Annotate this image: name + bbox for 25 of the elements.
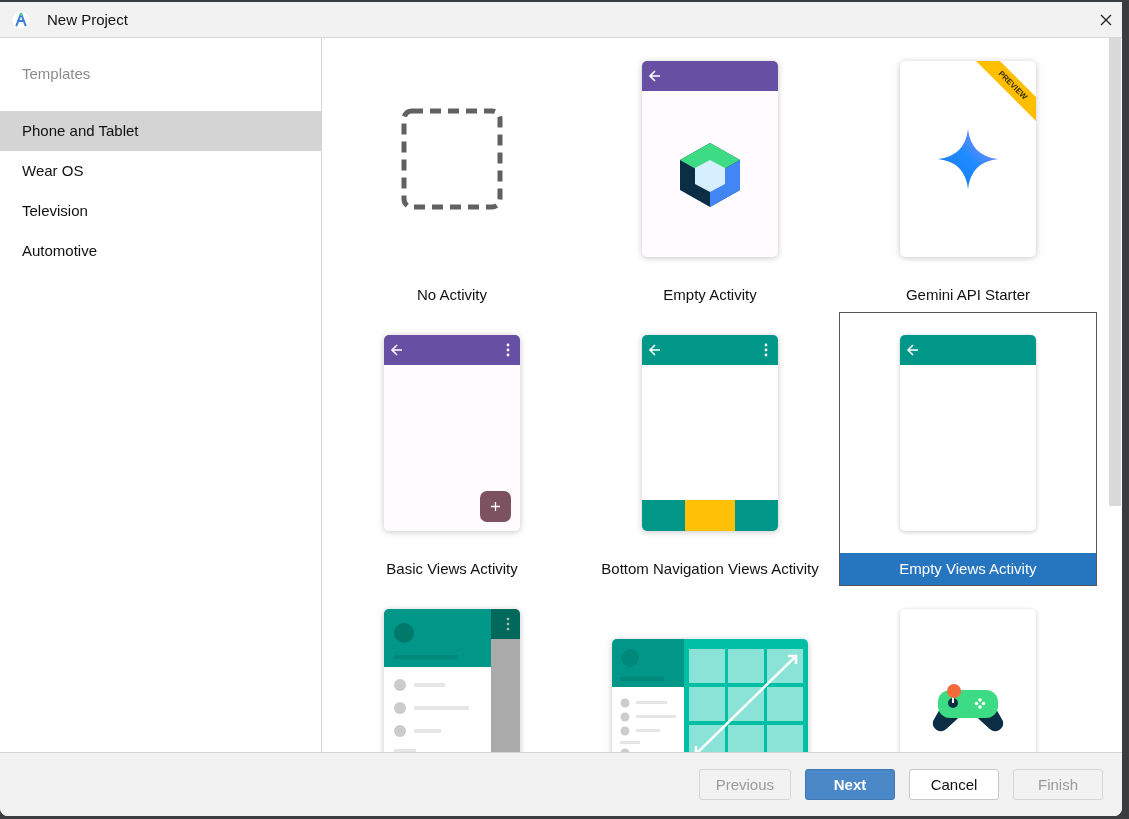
app-logo-icon xyxy=(12,10,30,29)
wizard-button[interactable]: Cancel xyxy=(909,769,999,800)
template-label: Empty Views Activity xyxy=(840,553,1096,585)
template-label: Empty Activity xyxy=(662,285,758,305)
dashed-square-icon xyxy=(401,108,503,210)
template-tile[interactable]: Empty Views Activity xyxy=(839,312,1097,586)
template-label: Basic Views Activity xyxy=(385,559,519,579)
corner-ribbon xyxy=(976,61,1036,121)
template-label: Bottom Navigation Views Activity xyxy=(600,559,820,579)
template-label: No Activity xyxy=(416,285,488,305)
category-item[interactable]: Wear OS xyxy=(0,151,321,191)
category-item[interactable]: Television xyxy=(0,191,321,231)
sidebar-heading: Templates xyxy=(21,65,92,84)
template-tile[interactable]: Empty Activity xyxy=(581,38,839,312)
category-item[interactable]: Automotive xyxy=(0,231,321,271)
template-tile[interactable]: No Activity xyxy=(323,38,581,312)
gamepad-icon xyxy=(932,682,1004,732)
wizard-button[interactable]: Next xyxy=(805,769,895,800)
window-title: New Project xyxy=(47,11,129,28)
category-item[interactable]: Phone and Tablet xyxy=(0,111,321,151)
template-label: Gemini API Starter xyxy=(904,285,1032,305)
template-tile[interactable]: Basic Views Activity xyxy=(323,312,581,586)
close-icon[interactable] xyxy=(1100,13,1112,26)
template-tile[interactable]: Bottom Navigation Views Activity xyxy=(581,312,839,586)
scrollbar-thumb[interactable] xyxy=(1109,38,1121,506)
